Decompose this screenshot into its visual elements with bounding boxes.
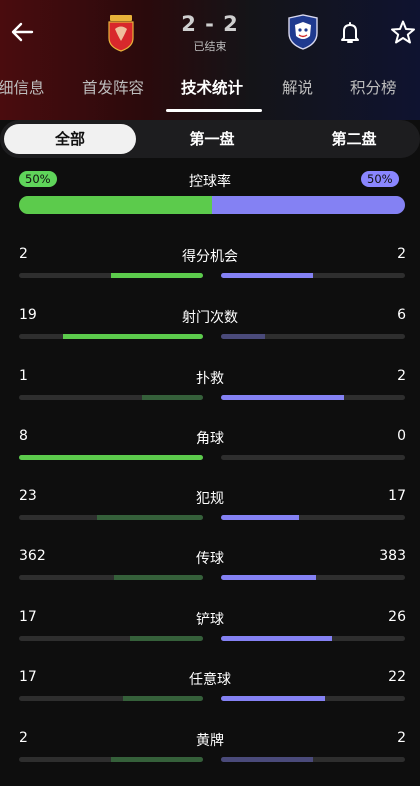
stat-row: 23 犯规 17 xyxy=(0,488,420,528)
possession-bar xyxy=(19,196,405,214)
away-stat-value: 22 xyxy=(388,669,406,685)
stat-label: 传球 xyxy=(196,551,224,567)
away-stat-value: 2 xyxy=(397,368,406,384)
possession-row: 50% 控球率 50% xyxy=(0,170,420,220)
tab-stats[interactable]: 技术统计 xyxy=(181,76,243,98)
away-stat-track xyxy=(221,334,405,339)
away-stat-fill xyxy=(221,696,325,701)
home-stat-fill xyxy=(63,334,203,339)
stat-label: 角球 xyxy=(196,431,224,447)
stat-label: 黄牌 xyxy=(196,733,224,749)
stat-row: 362 传球 383 xyxy=(0,548,420,588)
away-stat-track xyxy=(221,757,405,762)
stat-row: 17 铲球 26 xyxy=(0,609,420,649)
home-stat-track xyxy=(19,515,203,520)
tab-bar: 细信息 首发阵容 技术统计 解说 积分榜 xyxy=(0,64,420,112)
away-stat-fill xyxy=(221,757,313,762)
stat-label: 扑救 xyxy=(196,371,224,387)
home-team-logo[interactable] xyxy=(106,14,136,52)
away-stat-track xyxy=(221,515,405,520)
period-segment-control: 全部 第一盘 第二盘 xyxy=(0,120,420,158)
stat-row: 8 角球 0 xyxy=(0,428,420,468)
away-possession-fill xyxy=(212,196,405,214)
segment-second-half[interactable]: 第二盘 xyxy=(288,124,420,154)
away-stat-track xyxy=(221,696,405,701)
stat-row: 2 黄牌 2 xyxy=(0,730,420,770)
home-stat-value: 8 xyxy=(19,428,28,444)
home-stat-fill xyxy=(97,515,203,520)
stat-label: 铲球 xyxy=(196,612,224,628)
home-possession-badge: 50% xyxy=(19,171,57,187)
home-stat-fill xyxy=(142,395,203,400)
tab-standings[interactable]: 积分榜 xyxy=(350,76,397,98)
away-stat-value: 6 xyxy=(397,307,406,323)
star-icon[interactable] xyxy=(390,19,416,45)
home-stat-value: 23 xyxy=(19,488,37,504)
segment-first-half[interactable]: 第一盘 xyxy=(146,124,278,154)
stat-row: 2 得分机会 2 xyxy=(0,246,420,286)
match-score: 2 - 2 xyxy=(181,12,239,36)
home-stat-fill xyxy=(122,696,203,701)
tab-lineups[interactable]: 首发阵容 xyxy=(82,76,144,98)
stat-label: 任意球 xyxy=(189,672,231,688)
home-stat-track xyxy=(19,636,203,641)
stat-row: 1 扑救 2 xyxy=(0,368,420,408)
home-stat-fill xyxy=(111,757,203,762)
stat-row: 17 任意球 22 xyxy=(0,669,420,709)
match-header: 2 - 2 已结束 细信息 首发阵容 技术统计 解说 积分榜 xyxy=(0,0,420,120)
back-arrow-icon[interactable] xyxy=(6,16,38,48)
away-stat-fill xyxy=(221,636,333,641)
away-stat-fill xyxy=(221,515,300,520)
tab-details[interactable]: 细信息 xyxy=(0,76,45,98)
home-stat-track xyxy=(19,395,203,400)
home-stat-track xyxy=(19,696,203,701)
away-stat-value: 383 xyxy=(379,548,406,564)
home-stat-value: 2 xyxy=(19,246,28,262)
away-stat-fill xyxy=(221,273,313,278)
active-tab-indicator xyxy=(166,109,262,112)
home-possession-fill xyxy=(19,196,212,214)
home-stat-fill xyxy=(111,273,203,278)
home-stat-fill xyxy=(113,575,203,580)
away-stat-track xyxy=(221,455,405,460)
home-stat-value: 19 xyxy=(19,307,37,323)
away-stat-value: 17 xyxy=(388,488,406,504)
away-stat-track xyxy=(221,636,405,641)
possession-label: 控球率 xyxy=(189,174,231,190)
bell-icon[interactable] xyxy=(338,20,362,46)
home-stat-value: 2 xyxy=(19,730,28,746)
away-team-logo[interactable] xyxy=(286,14,320,50)
home-stat-value: 362 xyxy=(19,548,46,564)
away-stat-track xyxy=(221,575,405,580)
segment-all[interactable]: 全部 xyxy=(4,124,136,154)
home-stat-track xyxy=(19,273,203,278)
stat-label: 得分机会 xyxy=(182,249,238,265)
home-stat-track xyxy=(19,575,203,580)
home-stat-value: 17 xyxy=(19,609,37,625)
home-stat-value: 17 xyxy=(19,669,37,685)
away-stat-value: 2 xyxy=(397,730,406,746)
away-stat-fill xyxy=(221,575,316,580)
away-stat-track xyxy=(221,395,405,400)
away-stat-fill xyxy=(221,334,266,339)
away-stat-track xyxy=(221,273,405,278)
stat-row: 19 射门次数 6 xyxy=(0,307,420,347)
away-stat-value: 2 xyxy=(397,246,406,262)
home-stat-fill xyxy=(19,455,203,460)
home-stat-track xyxy=(19,334,203,339)
away-stat-fill xyxy=(221,395,345,400)
away-stat-value: 0 xyxy=(397,428,406,444)
home-stat-value: 1 xyxy=(19,368,28,384)
home-stat-track xyxy=(19,757,203,762)
stat-label: 射门次数 xyxy=(182,310,238,326)
match-status: 已结束 xyxy=(193,40,227,53)
away-possession-badge: 50% xyxy=(361,171,399,187)
stat-label: 犯规 xyxy=(196,491,224,507)
tab-commentary[interactable]: 解说 xyxy=(282,76,313,98)
home-stat-fill xyxy=(130,636,203,641)
home-stat-track xyxy=(19,455,203,460)
away-stat-value: 26 xyxy=(388,609,406,625)
